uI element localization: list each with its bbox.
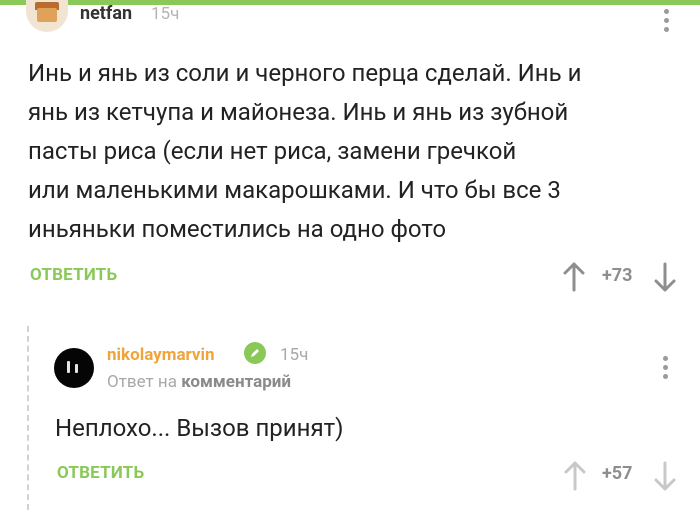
comment-text-line: янь из кетчупа и майонеза. Инь и янь из … <box>28 98 569 126</box>
comment-text: Неплохо... Вызов принят) <box>55 414 344 442</box>
comment-text-line: иньяньки поместились на одно фото <box>28 215 447 243</box>
rating-count: +57 <box>602 463 633 484</box>
reply-button[interactable]: ОТВЕТИТЬ <box>30 265 117 285</box>
rating-count: +73 <box>602 265 633 286</box>
reply-to-link[interactable]: комментарий <box>181 372 291 392</box>
reply-button[interactable]: ОТВЕТИТЬ <box>57 463 144 483</box>
avatar-figure <box>67 361 70 373</box>
downvote-arrow-icon[interactable] <box>654 461 676 491</box>
comment-username[interactable]: nikolaymarvin <box>107 345 215 365</box>
reply-to-label: Ответ на комментарий <box>107 372 291 392</box>
upvote-arrow-icon[interactable] <box>563 262 585 292</box>
pencil-icon <box>244 342 266 364</box>
more-options-icon[interactable] <box>662 356 668 379</box>
comment-time: 15ч <box>280 345 309 365</box>
thread-indent-line[interactable] <box>27 326 29 510</box>
comment-time: 15ч <box>151 4 180 24</box>
comment-text-line: Инь и янь из соли и черного перца сделай… <box>28 59 582 87</box>
comment-text-line: пасты риса (если нет риса, замени гречко… <box>28 137 517 165</box>
comment-username[interactable]: netfan <box>80 3 132 24</box>
reply-to-prefix: Ответ на <box>107 372 177 392</box>
upvote-arrow-icon[interactable] <box>564 461 586 491</box>
avatar-house <box>37 8 57 22</box>
comment-text-line: или маленькими макарошками. И что бы все… <box>28 176 561 204</box>
comment-text: Инь и янь из соли и черного перца сделай… <box>28 54 658 249</box>
downvote-arrow-icon[interactable] <box>654 262 676 292</box>
avatar[interactable] <box>26 0 68 32</box>
more-options-icon[interactable] <box>663 9 669 32</box>
avatar-figure <box>75 364 78 373</box>
avatar[interactable] <box>54 348 94 388</box>
